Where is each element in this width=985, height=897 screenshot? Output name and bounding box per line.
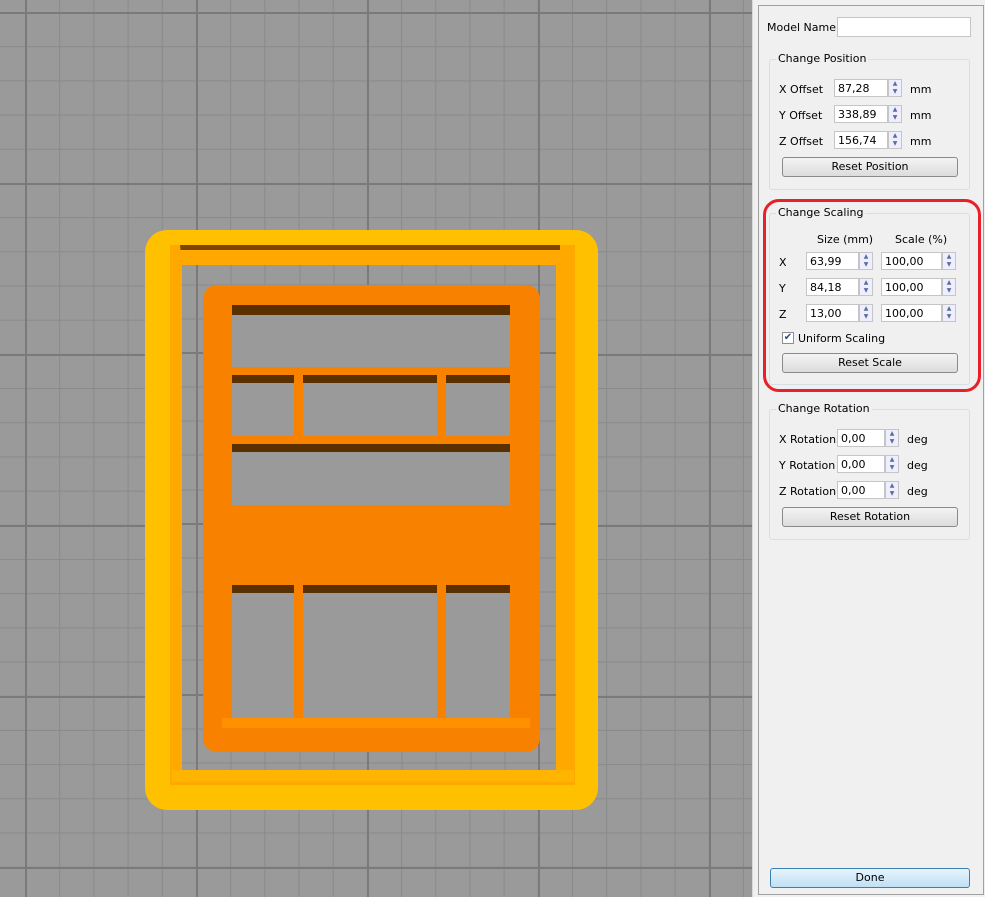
z-offset-label: Z Offset — [779, 135, 824, 148]
change-position-title: Change Position — [776, 52, 869, 65]
model-name-input[interactable] — [837, 17, 971, 37]
z-rotation-label: Z Rotation — [779, 485, 837, 498]
x-rotation-label: X Rotation — [779, 433, 837, 446]
z-rotation-input[interactable]: 0,00 — [837, 481, 885, 499]
scaling-highlight — [763, 199, 981, 392]
unit-label: deg — [907, 485, 928, 498]
y-rotation-label: Y Rotation — [779, 459, 836, 472]
x-offset-input[interactable]: 87,28 — [834, 79, 888, 97]
z-rotation-spinner[interactable]: ▲ ▼ — [885, 481, 899, 499]
y-rotation-spinner[interactable]: ▲ ▼ — [885, 455, 899, 473]
unit-label: mm — [910, 83, 932, 96]
reset-position-button[interactable]: Reset Position — [782, 157, 958, 177]
x-rotation-spinner[interactable]: ▲ ▼ — [885, 429, 899, 447]
unit-label: deg — [907, 433, 928, 446]
y-offset-label: Y Offset — [779, 109, 823, 122]
x-rotation-input[interactable]: 0,00 — [837, 429, 885, 447]
x-offset-label: X Offset — [779, 83, 824, 96]
change-rotation-title: Change Rotation — [776, 402, 872, 415]
x-offset-spinner[interactable]: ▲ ▼ — [888, 79, 902, 97]
done-button[interactable]: Done — [770, 868, 970, 888]
model-name-label: Model Name: — [767, 21, 840, 34]
y-offset-spinner[interactable]: ▲ ▼ — [888, 105, 902, 123]
y-rotation-input[interactable]: 0,00 — [837, 455, 885, 473]
reset-rotation-button[interactable]: Reset Rotation — [782, 507, 958, 527]
3d-viewport[interactable] — [0, 0, 752, 897]
z-offset-input[interactable]: 156,74 — [834, 131, 888, 149]
model-render — [145, 230, 598, 810]
properties-panel: Model Name: Change Position X Offset 87,… — [752, 0, 985, 897]
unit-label: mm — [910, 109, 932, 122]
z-offset-spinner[interactable]: ▲ ▼ — [888, 131, 902, 149]
unit-label: deg — [907, 459, 928, 472]
unit-label: mm — [910, 135, 932, 148]
y-offset-input[interactable]: 338,89 — [834, 105, 888, 123]
